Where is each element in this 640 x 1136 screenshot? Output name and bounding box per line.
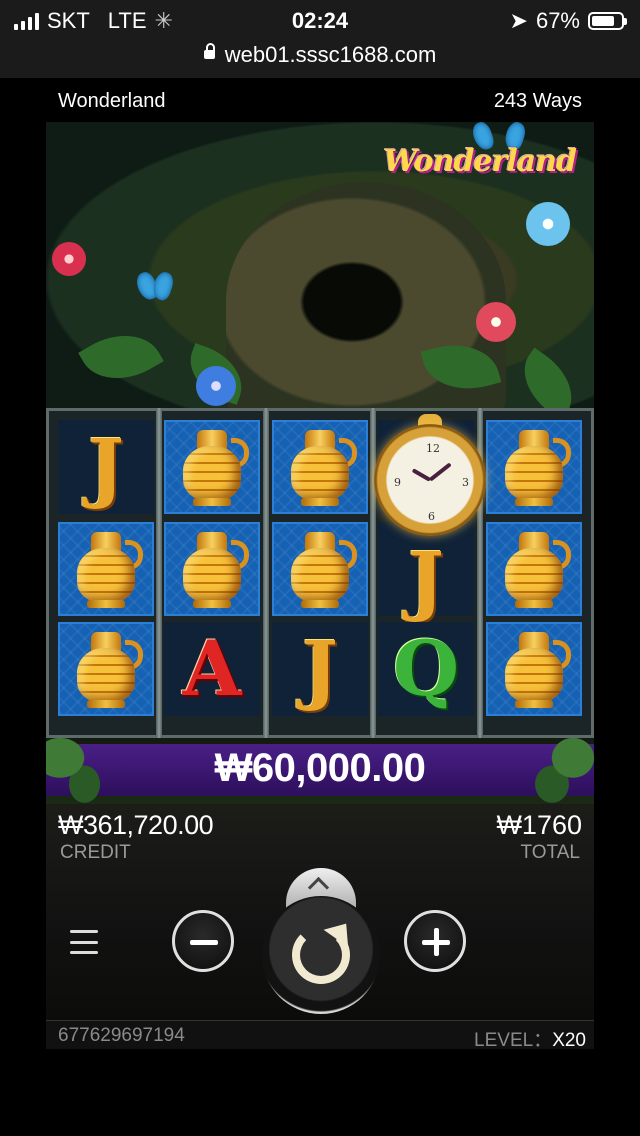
reel-symbol-a: A — [164, 622, 260, 716]
spin-control — [262, 868, 380, 1020]
ways-count: 243 Ways — [493, 90, 582, 112]
address-bar[interactable]: web01.sssc1688.com — [0, 40, 640, 78]
win-display: ₩60,000.00 — [46, 738, 594, 804]
reel-symbol-vase — [164, 522, 260, 616]
total-bet-label: TOTAL — [520, 842, 580, 863]
chevron-up-icon — [307, 876, 330, 899]
butterfly-icon — [138, 272, 172, 302]
game-logo: Wonderland — [383, 144, 577, 179]
lock-icon — [203, 42, 215, 59]
vase-icon — [177, 426, 249, 508]
symbol-letter: J — [408, 535, 444, 624]
game-title: Wonderland — [58, 90, 166, 112]
decrease-bet-button[interactable] — [172, 910, 234, 972]
reel-grid: J J A J Q — [46, 408, 594, 738]
vase-icon — [499, 528, 571, 610]
status-bar: SKT LTE ✳ 02:24 ➤ 67% — [0, 0, 640, 40]
win-amount: ₩60,000.00 — [214, 746, 426, 790]
vase-icon — [285, 528, 357, 610]
game-banner: Wonderland — [46, 122, 594, 408]
vase-icon — [499, 426, 571, 508]
vase-icon — [71, 628, 143, 710]
vase-icon — [71, 528, 143, 610]
reel-symbol-vase — [164, 420, 260, 514]
level-value: X20 — [552, 1030, 586, 1051]
increase-bet-button[interactable] — [404, 910, 466, 972]
flower-icon — [526, 202, 570, 246]
plus-icon — [434, 928, 439, 956]
reel-symbol-vase — [486, 420, 582, 514]
reel-symbol-vase — [272, 420, 368, 514]
game-footer: 677629697194 LEVEL：X20 — [46, 1020, 594, 1052]
url-text: web01.sssc1688.com — [224, 42, 437, 67]
reel-symbol-q: Q — [378, 622, 474, 716]
location-icon: ➤ — [509, 8, 528, 33]
bet-level: LEVEL：X20 — [474, 1025, 586, 1052]
reel-symbol-vase — [58, 622, 154, 716]
symbol-letter: Q — [392, 624, 460, 713]
reel-symbol-vase — [486, 622, 582, 716]
reel-symbol-vase — [58, 522, 154, 616]
credit-value: ₩361,720.00 — [58, 810, 214, 840]
vase-icon — [499, 628, 571, 710]
leaf-image — [78, 317, 164, 397]
reel-divider — [156, 408, 162, 738]
reel-symbol-vase — [272, 522, 368, 616]
total-bet-value: ₩1760 — [496, 810, 582, 840]
flower-icon — [476, 302, 516, 342]
symbol-letter: J — [88, 422, 124, 511]
battery-icon — [588, 12, 627, 30]
minus-icon — [190, 940, 218, 945]
credit-label: CREDIT — [60, 842, 131, 863]
symbol-letter: A — [182, 624, 242, 713]
pocket-watch-icon: 12 3 6 9 — [374, 414, 486, 536]
flower-icon — [196, 366, 236, 406]
reel-symbol-j: J — [272, 622, 368, 716]
symbol-letter: J — [302, 624, 338, 713]
control-panel: ₩361,720.00 CREDIT ₩1760 TOTAL — [46, 804, 594, 1020]
reel-symbol-j: J — [58, 420, 154, 514]
flower-icon — [52, 242, 86, 276]
reel-symbol-j: J — [378, 522, 474, 624]
level-label: LEVEL： — [474, 1030, 553, 1051]
game-header: Wonderland 243 Ways — [46, 78, 594, 122]
reel-symbol-vase — [486, 522, 582, 616]
vase-icon — [285, 426, 357, 508]
vase-icon — [177, 528, 249, 610]
round-id: 677629697194 — [58, 1025, 185, 1046]
leaf-image — [509, 347, 587, 408]
menu-icon[interactable] — [70, 930, 98, 954]
reel-divider — [263, 408, 269, 738]
battery-percent: 67% — [535, 8, 580, 33]
spin-button[interactable] — [262, 896, 380, 1014]
